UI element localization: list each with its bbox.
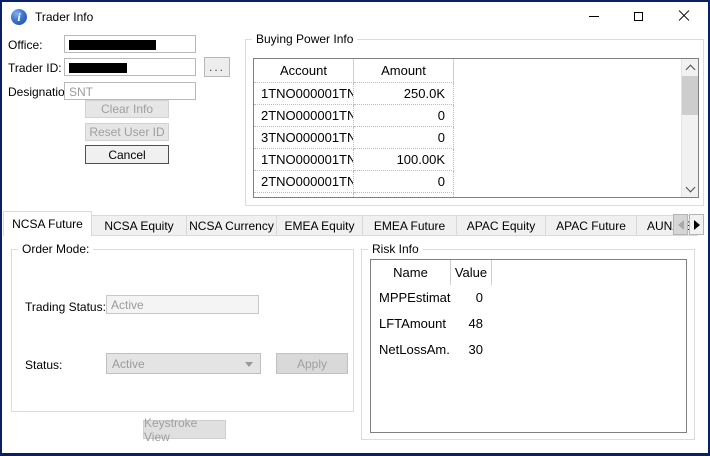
tab-scroll-right-button[interactable] (689, 214, 704, 235)
window-controls (571, 2, 706, 30)
scrollbar-thumb[interactable] (682, 76, 699, 115)
chevron-down-icon (245, 362, 253, 367)
scroll-up-button[interactable] (682, 59, 699, 76)
order-mode-group-title: Order Mode: (18, 242, 93, 256)
table-row[interactable]: 3TNO000001TN... 7.500K (254, 193, 698, 198)
window-title: Trader Info (35, 10, 93, 24)
column-header-account[interactable]: Account (254, 59, 354, 83)
risk-info-table: Name Value MPPEstimate 0 LFTAmount 48 Ne… (370, 259, 687, 433)
arrow-right-icon (694, 220, 700, 230)
close-button[interactable] (661, 2, 706, 30)
trader-id-label: Trader ID: (8, 61, 62, 75)
risk-name-cell: MPPEstimate (371, 285, 451, 311)
maximize-icon (634, 12, 643, 21)
amount-cell: 100.00K (354, 149, 454, 171)
risk-info-group: Risk Info Name Value MPPEstimate 0 LFTAm… (361, 249, 695, 440)
status-dropdown-value: Active (112, 357, 145, 371)
designation-value: SNT (69, 85, 93, 99)
tab-scroll-left-button[interactable] (673, 214, 688, 235)
amount-cell: 7.500K (354, 193, 454, 198)
status-dropdown[interactable]: Active (106, 353, 261, 374)
tab-ncsa-future[interactable]: NCSA Future (3, 211, 92, 236)
buying-power-table: Account Amount 1TNO000001TN... 250.0K 2T… (253, 58, 699, 198)
column-header-value[interactable]: Value (451, 260, 492, 285)
account-cell: 1TNO000001TN... (254, 83, 354, 105)
scroll-down-button[interactable] (682, 180, 699, 197)
trader-id-value-redacted (69, 63, 127, 73)
minimize-icon (589, 16, 599, 17)
amount-cell: 0 (354, 171, 454, 193)
account-cell: 1TNO000001TN... (254, 149, 354, 171)
office-value-redacted (69, 40, 156, 50)
account-cell: 3TNO000001TN... (254, 193, 354, 198)
amount-cell: 0 (354, 105, 454, 127)
region-tabstrip: NCSA Future NCSA Equity NCSA Currency EM… (4, 211, 698, 236)
trading-status-label: Trading Status: (25, 300, 106, 314)
tab-apac-equity[interactable]: APAC Equity (456, 215, 546, 236)
tab-ncsa-equity[interactable]: NCSA Equity (91, 215, 187, 236)
account-cell: 2TNO000001TN... (254, 171, 354, 193)
status-label: Status: (25, 358, 62, 372)
trader-info-window: i Trader Info Office: Trader ID: ... Des… (0, 0, 710, 456)
tab-ncsa-currency[interactable]: NCSA Currency (186, 215, 277, 236)
cancel-button[interactable]: Cancel (85, 145, 169, 164)
minimize-button[interactable] (571, 2, 616, 30)
buying-power-header: Account Amount (254, 59, 698, 83)
apply-button[interactable]: Apply (276, 353, 348, 374)
table-row[interactable]: 1TNO000001TN... 100.00K (254, 149, 698, 171)
table-row[interactable]: 2TNO000001TN... 0 (254, 105, 698, 127)
reset-user-id-button[interactable]: Reset User ID (85, 123, 169, 141)
table-row[interactable]: 2TNO000001TN... 0 (254, 171, 698, 193)
tab-apac-future[interactable]: APAC Future (545, 215, 637, 236)
risk-value-cell: 30 (451, 337, 492, 363)
risk-info-header: Name Value (371, 260, 686, 285)
amount-cell: 250.0K (354, 83, 454, 105)
titlebar[interactable]: i Trader Info (2, 2, 708, 31)
office-field[interactable] (64, 35, 196, 53)
close-icon (678, 10, 690, 22)
amount-cell: 0 (354, 127, 454, 149)
tab-emea-equity[interactable]: EMEA Equity (276, 215, 363, 236)
table-row[interactable]: MPPEstimate 0 (371, 285, 686, 311)
risk-value-cell: 0 (451, 285, 492, 311)
column-header-name[interactable]: Name (371, 260, 451, 285)
clear-info-button[interactable]: Clear Info (85, 100, 169, 118)
arrow-left-icon (678, 220, 684, 230)
table-row[interactable]: NetLossAm... 30 (371, 337, 686, 363)
trader-id-browse-button[interactable]: ... (204, 57, 230, 77)
designation-field[interactable]: SNT (64, 82, 196, 100)
table-row[interactable]: 1TNO000001TN... 250.0K (254, 83, 698, 105)
tab-emea-future[interactable]: EMEA Future (362, 215, 457, 236)
risk-name-cell: LFTAmount (371, 311, 451, 337)
buying-power-group-title: Buying Power Info (252, 32, 357, 46)
trading-status-field[interactable]: Active (106, 295, 259, 314)
risk-name-cell: NetLossAm... (371, 337, 451, 363)
chevron-up-icon (686, 65, 696, 75)
table-row[interactable]: 3TNO000001TN... 0 (254, 127, 698, 149)
column-header-amount[interactable]: Amount (354, 59, 454, 83)
account-cell: 2TNO000001TN... (254, 105, 354, 127)
vertical-scrollbar[interactable] (681, 59, 698, 197)
risk-info-group-title: Risk Info (368, 242, 423, 256)
keystroke-view-button[interactable]: Keystroke View (143, 420, 226, 439)
chevron-down-icon (686, 182, 696, 192)
office-label: Office: (8, 38, 42, 52)
account-cell: 3TNO000001TN... (254, 127, 354, 149)
maximize-button[interactable] (616, 2, 661, 30)
order-mode-group: Order Mode: Trading Status: Active Statu… (11, 249, 354, 412)
table-row[interactable]: LFTAmount 48 (371, 311, 686, 337)
risk-value-cell: 48 (451, 311, 492, 337)
buying-power-group: Buying Power Info Account Amount 1TNO000… (245, 39, 704, 206)
info-icon: i (11, 9, 27, 25)
trader-id-field[interactable] (64, 58, 196, 76)
